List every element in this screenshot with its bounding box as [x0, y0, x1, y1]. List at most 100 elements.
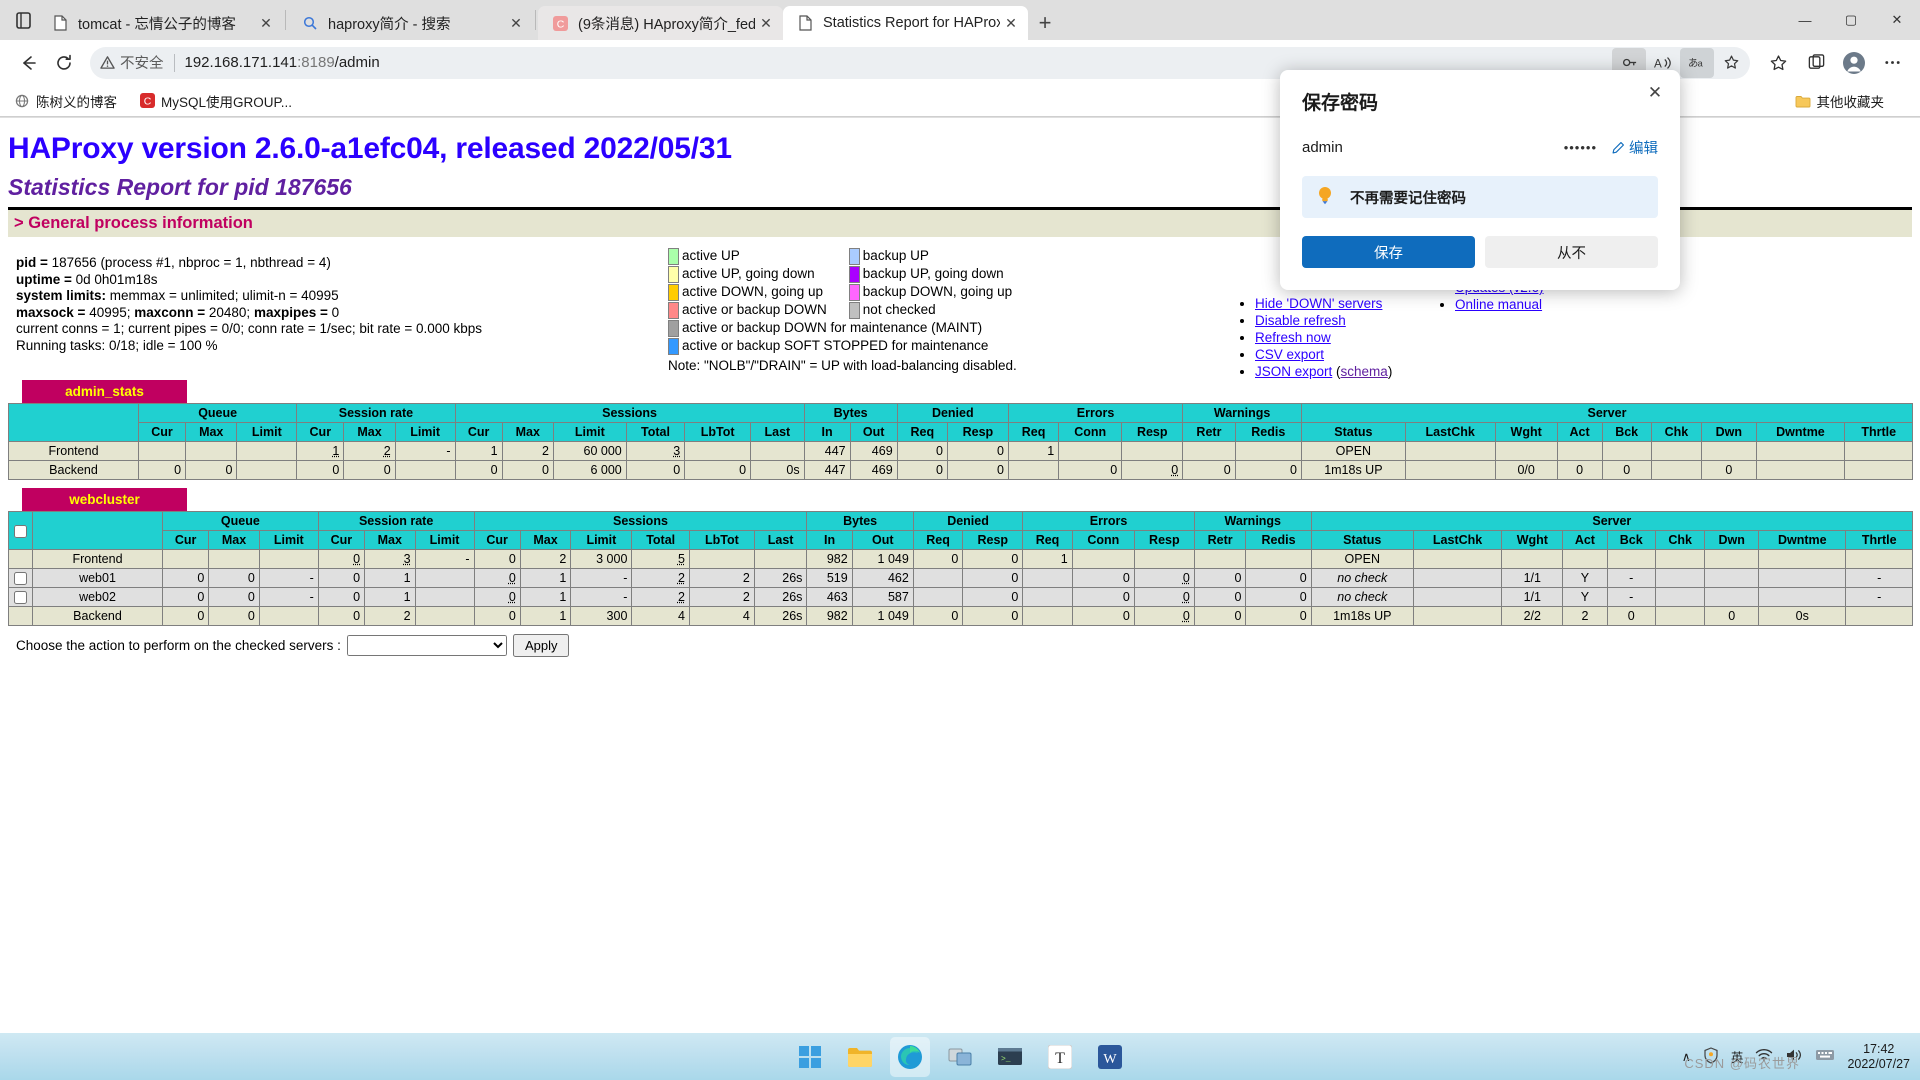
table-cell: 0	[684, 460, 752, 480]
link-disable-refresh[interactable]: Disable refresh	[1255, 313, 1346, 328]
table-cell	[1844, 441, 1913, 461]
file-explorer-icon[interactable]	[840, 1037, 880, 1077]
tab-divider	[535, 10, 536, 30]
table-cell: 1	[364, 568, 416, 588]
typora-icon[interactable]: T	[1040, 1037, 1080, 1077]
table-cell	[688, 549, 755, 569]
reload-button[interactable]	[46, 45, 82, 81]
table-cell	[1601, 441, 1652, 461]
save-password-dialog[interactable]: 保存密码 ✕ admin •••••• 编辑 不再需要记住密码 保存 从不	[1280, 70, 1680, 290]
browser-essentials-icon[interactable]	[1798, 45, 1834, 81]
svg-text:a: a	[1697, 58, 1703, 69]
tab-close-icon[interactable]: ✕	[255, 16, 277, 30]
uptime-label: uptime =	[16, 271, 76, 287]
table-cell: -	[570, 568, 633, 588]
bookmark-item-2-label: MySQL使用GROUP...	[161, 94, 293, 110]
back-button[interactable]	[10, 45, 46, 81]
link-csv-export[interactable]: CSV export	[1255, 347, 1324, 362]
legend-label: backup UP, going down	[862, 266, 1004, 281]
table-cell: Y	[1562, 568, 1608, 588]
column-header: Total	[625, 422, 686, 442]
profile-icon[interactable]	[1836, 45, 1872, 81]
other-favorites-label: 其他收藏夹	[1816, 94, 1885, 110]
settings-more-icon[interactable]	[1874, 45, 1910, 81]
browser-tab-3[interactable]: C (9条消息) HAproxy简介_fedorafrog ✕	[538, 6, 783, 40]
browser-tab-2[interactable]: haproxy简介 - 搜索 ✕	[288, 6, 533, 40]
legend-swatch-cell	[668, 301, 679, 319]
link-refresh-now[interactable]: Refresh now	[1255, 330, 1331, 345]
cell-value: 0	[508, 590, 516, 604]
maximize-button[interactable]: ▢	[1828, 0, 1874, 40]
start-icon[interactable]	[790, 1037, 830, 1077]
table-cell: -	[1845, 568, 1913, 588]
link-icon	[14, 93, 30, 109]
tab-close-icon[interactable]: ✕	[505, 16, 527, 30]
close-icon[interactable]: ✕	[1644, 82, 1666, 104]
apply-button[interactable]: Apply	[512, 634, 570, 657]
table-cell	[1193, 549, 1247, 569]
other-favorites-button[interactable]: 其他收藏夹	[1795, 91, 1885, 111]
row-select-checkbox[interactable]	[14, 572, 27, 586]
column-group-header: Warnings	[1182, 403, 1302, 423]
table-row: web02 0 0-0 1 0 1-2 2 26s 463 587 0 0 0 0 0 no check 1/1…	[8, 587, 1913, 607]
table-row: web01 0 0-0 1 0 1-2 2 26s 519 462 0 0 0 0 0 no check 1/1…	[8, 568, 1913, 588]
task-view-icon[interactable]	[940, 1037, 980, 1077]
legend-label: active or backup DOWN	[682, 302, 827, 317]
column-header: Redis	[1234, 422, 1302, 442]
translate-icon[interactable]: あa	[1680, 47, 1714, 78]
link-json-schema[interactable]: schema	[1341, 364, 1388, 379]
bookmark-item-1[interactable]: 陈树义的博客	[14, 91, 117, 111]
minimize-button[interactable]: —	[1782, 0, 1828, 40]
edit-password-button[interactable]: 编辑	[1611, 137, 1658, 158]
cell-value: 0	[508, 571, 516, 585]
select-all-header[interactable]	[8, 511, 33, 550]
row-select-cell[interactable]	[8, 568, 33, 588]
keyboard-icon[interactable]	[1815, 1048, 1835, 1065]
tab-close-icon[interactable]: ✕	[755, 16, 777, 30]
tab-search-icon[interactable]	[8, 0, 38, 40]
server-action-select[interactable]	[346, 635, 507, 656]
proxy-tables: admin_stats Queue Session rate Sessions Byte…	[8, 372, 1914, 626]
clock[interactable]: 17:42 2022/07/27	[1847, 1042, 1910, 1072]
word-icon[interactable]: W	[1090, 1037, 1130, 1077]
close-window-button[interactable]: ✕	[1874, 0, 1920, 40]
table-cell: 0	[185, 460, 238, 480]
row-select-cell[interactable]	[8, 587, 33, 607]
table-cell: 0	[208, 568, 260, 588]
collections-icon[interactable]	[1760, 45, 1796, 81]
row-label: Backend	[8, 460, 139, 480]
link-json-export[interactable]: JSON export	[1255, 364, 1332, 379]
table-cell: no check	[1310, 587, 1414, 607]
favorite-icon[interactable]	[1714, 48, 1748, 78]
terminal-icon[interactable]: >_	[990, 1037, 1030, 1077]
table-cell: 0s	[750, 460, 805, 480]
tab-close-icon[interactable]: ✕	[1000, 16, 1022, 30]
new-tab-button[interactable]: +	[1028, 6, 1062, 40]
table-cell: 0	[161, 587, 210, 607]
edge-icon[interactable]	[890, 1036, 930, 1077]
table-cell: -	[394, 441, 456, 461]
column-header: Out	[851, 530, 914, 550]
table-cell	[1022, 587, 1073, 607]
legend-label: active DOWN, going up	[682, 284, 824, 299]
table-cell	[185, 441, 238, 461]
security-indicator[interactable]: 不安全	[100, 52, 164, 73]
never-save-button[interactable]: 从不	[1485, 236, 1658, 268]
row-select-checkbox[interactable]	[14, 591, 27, 605]
bookmark-item-2[interactable]: C MySQL使用GROUP...	[139, 91, 292, 111]
column-header: Conn	[1071, 530, 1135, 550]
select-all-checkbox[interactable]	[14, 524, 27, 538]
table-cell	[684, 441, 752, 461]
table-cell: 26s	[753, 568, 808, 588]
browser-tab-1[interactable]: tomcat - 忘情公子的博客 ✕	[38, 6, 283, 40]
column-header: Resp	[946, 422, 1009, 442]
link-hide-down-servers[interactable]: Hide 'DOWN' servers	[1255, 296, 1382, 311]
warning-icon	[100, 56, 115, 69]
table-cell: 0	[896, 460, 948, 480]
table-row: Backend 0 0 0 2 0 1 300 4 4 26s 982 1 049 0 0 0 0 0 0 1m18s…	[8, 606, 1913, 626]
browser-tab-4[interactable]: Statistics Report for HAProxy ✕	[783, 6, 1028, 40]
table-cell: Y	[1562, 587, 1608, 607]
save-password-button[interactable]: 保存	[1302, 236, 1475, 268]
link-online-manual[interactable]: Online manual	[1455, 297, 1542, 312]
legend-swatch	[668, 337, 679, 355]
